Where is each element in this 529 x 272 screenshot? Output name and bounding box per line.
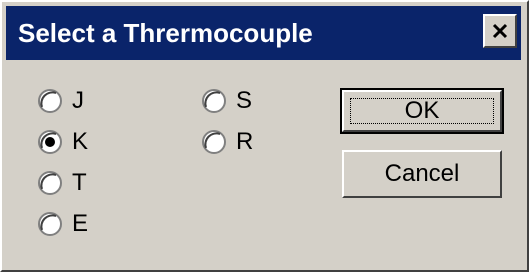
- ok-button[interactable]: OK: [340, 88, 504, 134]
- radio-button-icon: [202, 130, 226, 154]
- title-bar[interactable]: Select a Thrermocouple: [6, 6, 521, 60]
- radio-t[interactable]: T: [38, 168, 87, 198]
- dialog-title: Select a Thrermocouple: [18, 18, 313, 48]
- radio-label: S: [236, 87, 253, 114]
- radio-button-icon: [38, 171, 62, 195]
- cancel-button[interactable]: Cancel: [342, 150, 502, 198]
- radio-label: T: [72, 169, 87, 196]
- radio-k[interactable]: K: [38, 127, 88, 157]
- ok-button-label: OK: [404, 97, 440, 124]
- radio-button-icon: [38, 212, 62, 236]
- radio-label: R: [236, 128, 254, 155]
- radio-label: E: [72, 210, 89, 237]
- dialog-window: Select a Thrermocouple J K T E S R OK Ca…: [0, 0, 529, 272]
- radio-button-checked-icon: [38, 130, 62, 154]
- radio-j[interactable]: J: [38, 86, 84, 116]
- radio-button-icon: [38, 89, 62, 113]
- radio-e[interactable]: E: [38, 209, 88, 239]
- close-button[interactable]: [483, 14, 517, 48]
- radio-r[interactable]: R: [202, 127, 253, 157]
- cancel-button-label: Cancel: [384, 160, 460, 187]
- radio-label: J: [72, 87, 84, 114]
- radio-label: K: [72, 128, 89, 155]
- radio-button-icon: [202, 89, 226, 113]
- radio-s[interactable]: S: [202, 86, 252, 116]
- close-icon: [492, 23, 508, 39]
